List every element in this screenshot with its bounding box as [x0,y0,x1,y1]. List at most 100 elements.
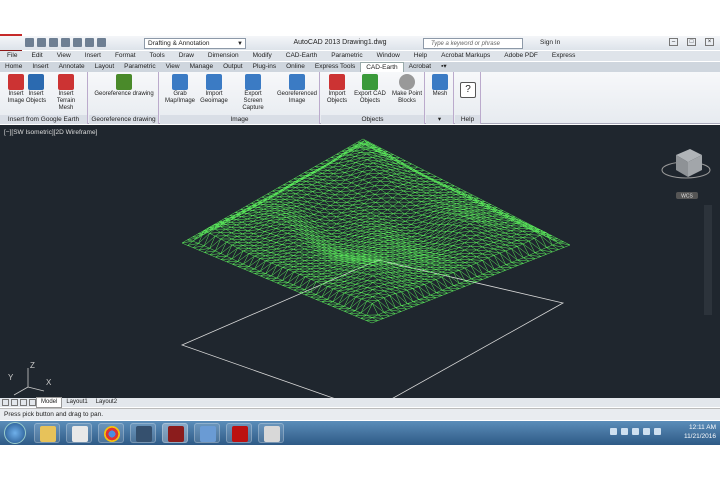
tab-insert[interactable]: Insert [27,62,53,72]
start-button[interactable] [4,422,26,444]
panel-title: Image [160,115,319,124]
flag-icon[interactable] [632,428,639,435]
layout-tabs-bar: Model Layout1 Layout2 [0,397,720,408]
taskbar-chrome[interactable] [98,423,124,443]
menu-item-modify[interactable]: Modify [246,51,279,61]
tab-overflow[interactable]: ▪▾ [436,62,452,72]
tab-parametric[interactable]: Parametric [119,62,160,72]
menu-item-cad-earth[interactable]: CAD-Earth [279,51,324,61]
open-icon[interactable] [37,38,46,47]
redo-icon[interactable] [97,38,106,47]
help-icon: ? [460,82,476,98]
tab-layout1[interactable]: Layout1 [62,398,91,407]
menu-item-parametric[interactable]: Parametric [324,51,369,61]
make-point-blocks-button[interactable]: Make Point Blocks [389,74,425,105]
search-input[interactable]: Type a keyword or phrase [423,38,523,49]
tab-manage[interactable]: Manage [185,62,219,72]
workspace-dropdown[interactable]: Drafting & Annotation ▼ [144,38,246,49]
drawing-viewport[interactable]: [−][SW Isometric][2D Wireframe] Z Y X WC… [0,125,720,398]
ucs-icon [13,368,45,396]
globe-icon [116,74,132,90]
menu-item-window[interactable]: Window [370,51,407,61]
help-button[interactable]: ? [452,82,484,99]
next-tab-icon[interactable] [20,399,27,406]
volume-icon[interactable] [643,428,650,435]
terrain-mesh [181,138,571,324]
tab-plug-ins[interactable]: Plug-ins [248,62,281,72]
quick-access-toolbar [25,38,106,47]
tab-acrobat[interactable]: Acrobat [404,62,436,72]
tab-layout[interactable]: Layout [90,62,120,72]
new-icon[interactable] [25,38,34,47]
tab-online[interactable]: Online [281,62,310,72]
first-tab-icon[interactable] [2,399,9,406]
navigation-bar[interactable] [704,205,712,315]
menu-item-tools[interactable]: Tools [143,51,172,61]
system-tray [610,428,661,435]
minimize-icon[interactable]: – [669,38,678,46]
plot-icon[interactable] [73,38,82,47]
clock-time: 12:11 AM [689,424,716,431]
georeference-drawing-button[interactable]: Georeference drawing [91,74,157,98]
taskbar-notepad[interactable] [66,423,92,443]
menu-item-acrobat-markups[interactable]: Acrobat Markups [434,51,497,61]
undo-icon[interactable] [85,38,94,47]
tab-model[interactable]: Model [36,397,63,408]
export-cad-objects-button[interactable]: Export CAD Objects [351,74,389,105]
tab-cad-earth[interactable]: CAD-Earth [360,62,404,72]
tab-annotate[interactable]: Annotate [54,62,90,72]
menu-item-help[interactable]: Help [407,51,434,61]
monitor-icon [136,426,152,442]
last-tab-icon[interactable] [29,399,36,406]
ribbon-tabs: Home Insert Annotate Layout Parametric View Ma… [0,62,720,72]
menu-bar: File Edit View Insert Format Tools Draw Dimensi… [0,51,720,61]
panel-title: Insert from Google Earth [0,115,87,124]
signin-button[interactable]: Sign In [540,39,560,46]
maximize-icon[interactable]: □ [687,38,696,46]
taskbar-photos[interactable] [194,423,220,443]
menu-item-file[interactable]: File [0,51,24,61]
menu-item-edit[interactable]: Edit [24,51,49,61]
taskbar-explorer[interactable] [34,423,60,443]
menu-item-dimension[interactable]: Dimension [201,51,246,61]
menu-item-format[interactable]: Format [108,51,143,61]
taskbar-app[interactable] [130,423,156,443]
menu-item-draw[interactable]: Draw [172,51,201,61]
insert-objects-button[interactable]: Insert Objects [20,74,52,105]
tray-arrow-icon[interactable] [610,428,617,435]
battery-icon[interactable] [654,428,661,435]
georeferenced-image-button[interactable]: Georeferenced Image [276,74,318,105]
window-controls: – □ × [669,38,714,46]
network-icon[interactable] [621,428,628,435]
windows-taskbar: 12:11 AM 11/21/2016 [0,421,720,445]
tab-layout2[interactable]: Layout2 [92,398,121,407]
insert-terrain-mesh-button[interactable]: Insert Terrain Mesh [50,74,82,112]
tab-express-tools[interactable]: Express Tools [310,62,360,72]
close-icon[interactable]: × [705,38,714,46]
menu-item-view[interactable]: View [50,51,78,61]
export-screen-capture-button[interactable]: Export Screen Capture [234,74,272,112]
export-cad-icon [362,74,378,90]
tab-output[interactable]: Output [218,62,248,72]
menu-item-insert[interactable]: Insert [78,51,108,61]
import-objects-button[interactable]: Import Objects [321,74,353,105]
import-geoimage-button[interactable]: Import Geoimage [198,74,230,105]
taskbar-acrobat[interactable] [226,423,252,443]
clock[interactable]: 12:11 AM 11/21/2016 [684,423,716,441]
taskbar-cad-earth[interactable] [258,423,284,443]
save-icon[interactable] [49,38,58,47]
mesh-icon [432,74,448,90]
save-as-icon[interactable] [61,38,70,47]
panel-title: Objects [321,115,424,124]
tab-home[interactable]: Home [0,62,27,72]
viewcube[interactable] [661,149,711,179]
command-line[interactable]: Press pick button and drag to pan. [0,408,720,420]
grab-map-image-button[interactable]: Grab Map/Image [164,74,196,105]
ribbon: Insert Image Insert Objects Insert Terra… [0,72,720,124]
menu-item-express[interactable]: Express [545,51,582,61]
tab-view[interactable]: View [161,62,185,72]
prev-tab-icon[interactable] [11,399,18,406]
taskbar-autocad[interactable] [162,423,188,443]
menu-item-adobe-pdf[interactable]: Adobe PDF [497,51,545,61]
panel-expand-arrow[interactable]: ▾ [426,115,453,124]
